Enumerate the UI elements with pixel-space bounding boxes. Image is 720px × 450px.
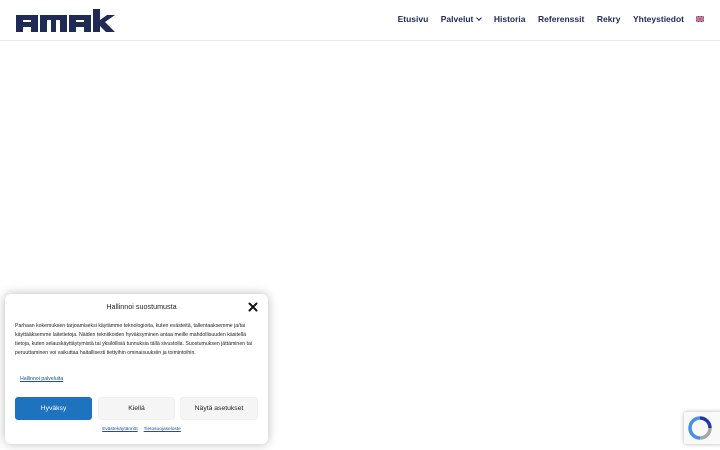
nav-label: Yhteystiedot	[632, 14, 684, 24]
site-header: Etusivu Palvelut Historia Referenssit Re…	[0, 0, 720, 41]
nav-label: Historia	[493, 14, 526, 24]
recaptcha-icon	[688, 416, 712, 440]
main-nav: Etusivu Palvelut Historia Referenssit Re…	[398, 14, 704, 24]
nav-label: Rekry	[596, 14, 621, 24]
recaptcha-badge[interactable]	[684, 412, 720, 444]
nav-item-rekry[interactable]: Rekry	[597, 14, 621, 24]
nav-item-etusivu[interactable]: Etusivu	[398, 14, 429, 24]
nav-label: Palvelut	[440, 14, 474, 24]
consent-title: Hallinnoi suostumusta	[106, 302, 177, 311]
chevron-down-icon	[476, 14, 483, 21]
accept-button[interactable]: Hyväksy	[15, 397, 92, 420]
cookie-policy-link[interactable]: Evästekäytännöt	[102, 427, 137, 432]
close-icon[interactable]	[248, 302, 258, 312]
nav-item-yhteystiedot[interactable]: Yhteystiedot	[633, 14, 684, 24]
nav-label: Referenssit	[538, 14, 585, 24]
consent-footer-links: Evästekäytännöt Tietosuojaseloste	[5, 427, 278, 432]
nav-item-referenssit[interactable]: Referenssit	[538, 14, 584, 24]
nav-item-historia[interactable]: Historia	[494, 14, 526, 24]
consent-dialog: Hallinnoi suostumusta Parhaan kokemuksen…	[5, 294, 268, 444]
nav-item-palvelut[interactable]: Palvelut	[440, 14, 483, 24]
nav-label: Etusivu	[397, 14, 429, 24]
deny-button[interactable]: Kiellä	[98, 397, 175, 420]
amak-logo[interactable]	[16, 9, 115, 32]
privacy-statement-link[interactable]: Tietosuojaseloste	[144, 427, 181, 432]
uk-flag-icon[interactable]	[696, 16, 704, 22]
consent-body: Parhaan kokemuksen tarjoamiseksi käytämm…	[15, 323, 253, 356]
show-settings-button[interactable]: Näytä asetukset	[180, 397, 258, 420]
manage-services-link[interactable]: Hallinnoi palveluita	[20, 376, 63, 382]
